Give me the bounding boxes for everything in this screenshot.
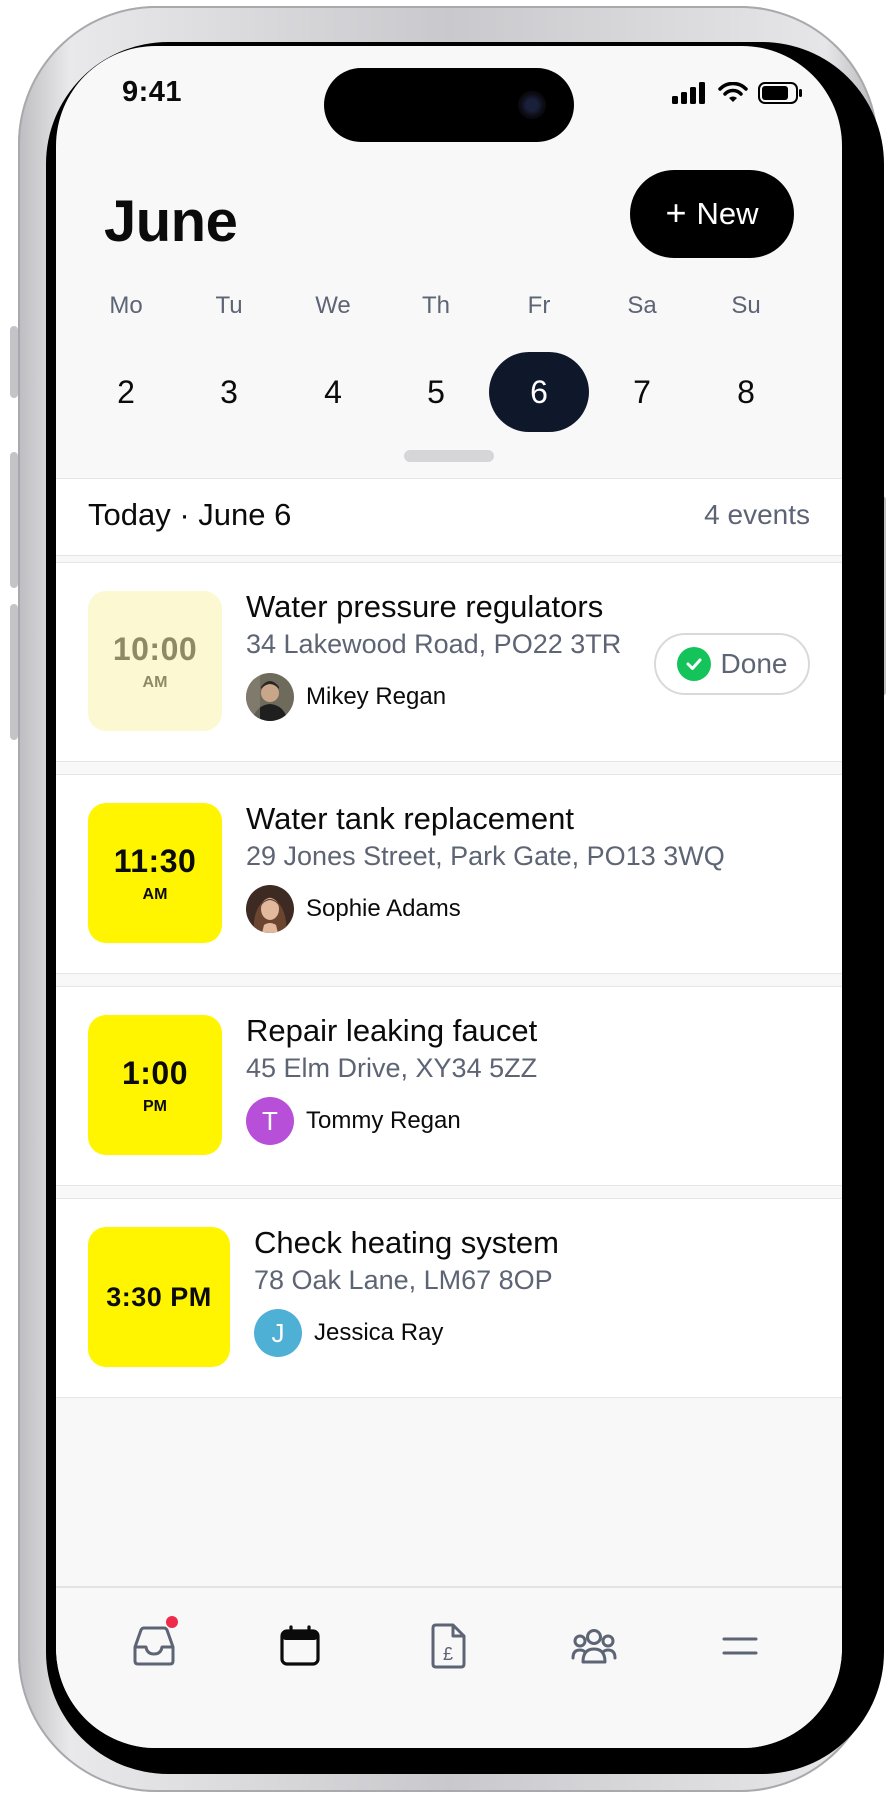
tab-bar: £ [56,1586,842,1748]
day-number[interactable]: 5 [386,352,486,432]
assignee-name: Sophie Adams [306,895,461,922]
time-value: 3:30 PM [106,1281,212,1312]
avatar: J [254,1309,302,1357]
event-title: Water tank replacement [246,801,574,836]
event-card[interactable]: 11:30 AM Water tank replacement 29 Jones… [56,774,842,974]
assignee-name: Tommy Regan [306,1107,461,1134]
event-card[interactable]: 1:00 PM Repair leaking faucet 45 Elm Dri… [56,986,842,1186]
notification-dot [166,1616,178,1628]
camera [518,91,546,119]
assignee: J Jessica Ray [254,1309,443,1357]
invoice-icon: £ [431,1623,466,1669]
today-header: Today · June 6 4 events [56,478,842,556]
day-tu[interactable]: Tu 3 [179,292,279,432]
time-badge: 1:00 PM [88,1015,222,1155]
day-mo[interactable]: Mo 2 [76,292,176,432]
avatar [246,673,294,721]
day-number[interactable]: 7 [592,352,692,432]
check-circle-icon [676,647,711,681]
event-address: 45 Elm Drive, XY34 5ZZ [246,1053,538,1083]
tab-inbox[interactable] [124,1616,184,1676]
assignee-name: Jessica Ray [314,1319,444,1346]
event-address: 34 Lakewood Road, PO22 3TR [246,629,622,659]
menu-icon [722,1637,758,1655]
today-title: Today · June 6 [88,497,292,532]
event-card[interactable]: 3:30 PM Check heating system 78 Oak Lane… [56,1198,842,1398]
dynamic-island [324,68,574,142]
day-fr[interactable]: Fr 6 [489,292,589,432]
assignee: Sophie Adams [246,885,461,933]
day-number[interactable]: 8 [696,352,796,432]
avatar: T [246,1097,294,1145]
weekday-label: Th [421,292,450,319]
time-badge: 3:30 PM [88,1227,230,1367]
time-value: 1:00 [121,1054,189,1091]
time-ampm: PM [143,1097,167,1115]
wifi-icon [718,82,748,102]
assignee: T Tommy Regan [246,1097,461,1145]
plus-icon: + [665,191,687,233]
day-number-selected[interactable]: 6 [489,352,589,432]
inbox-icon [133,1626,175,1666]
day-number[interactable]: 3 [179,352,279,432]
svg-text:£: £ [443,1644,453,1664]
avatar [246,885,294,933]
event-title: Check heating system [254,1225,559,1260]
event-card[interactable]: 10:00 AM Water pressure regulators 34 La… [56,562,842,762]
day-number[interactable]: 4 [283,352,383,432]
calendar-icon [280,1625,320,1666]
event-address: 78 Oak Lane, LM67 8OP [254,1265,553,1295]
sheet-grabber[interactable] [404,450,494,462]
time-badge: 10:00 AM [88,591,222,731]
weekday-label: Su [731,292,761,319]
done-status-button[interactable]: Done [654,633,810,695]
status-time: 9:41 [122,76,183,108]
battery-icon [758,82,802,104]
month-title: June [104,189,238,254]
weekday-label: Fr [527,292,551,319]
day-number[interactable]: 2 [76,352,176,432]
new-button-label: New [696,196,759,231]
volume-up-button [10,452,18,588]
event-count: 4 events [704,499,810,530]
time-ampm: AM [142,885,168,903]
day-sa[interactable]: Sa 7 [592,292,692,432]
people-icon [571,1629,617,1664]
action-button [10,326,18,398]
volume-down-button [10,604,18,740]
tab-menu[interactable] [710,1616,770,1676]
assignee: Mikey Regan [246,673,446,721]
cellular-signal-icon [672,82,705,104]
day-su[interactable]: Su 8 [696,292,796,432]
weekday-label: Sa [627,292,657,319]
time-ampm: AM [142,673,168,691]
done-label: Done [720,648,788,679]
screen: 9:41 June + New Mo 2 Tu 3 We 4 Th 5 Fr 6… [56,46,842,1748]
weekday-label: Mo [109,292,143,319]
weekday-label: Tu [215,292,243,319]
tab-invoices[interactable]: £ [418,1616,478,1676]
day-we[interactable]: We 4 [283,292,383,432]
event-address: 29 Jones Street, Park Gate, PO13 3WQ [246,841,725,871]
event-title: Repair leaking faucet [246,1013,538,1048]
time-value: 10:00 [112,630,198,667]
event-title: Water pressure regulators [246,589,604,624]
assignee-name: Mikey Regan [306,683,447,710]
new-event-button[interactable]: + New [630,170,794,258]
time-badge: 11:30 AM [88,803,222,943]
day-th[interactable]: Th 5 [386,292,486,432]
tab-team[interactable] [564,1616,624,1676]
status-icons [672,82,804,104]
weekday-label: We [315,292,351,319]
tab-calendar[interactable] [270,1616,330,1676]
time-value: 11:30 [113,842,197,879]
